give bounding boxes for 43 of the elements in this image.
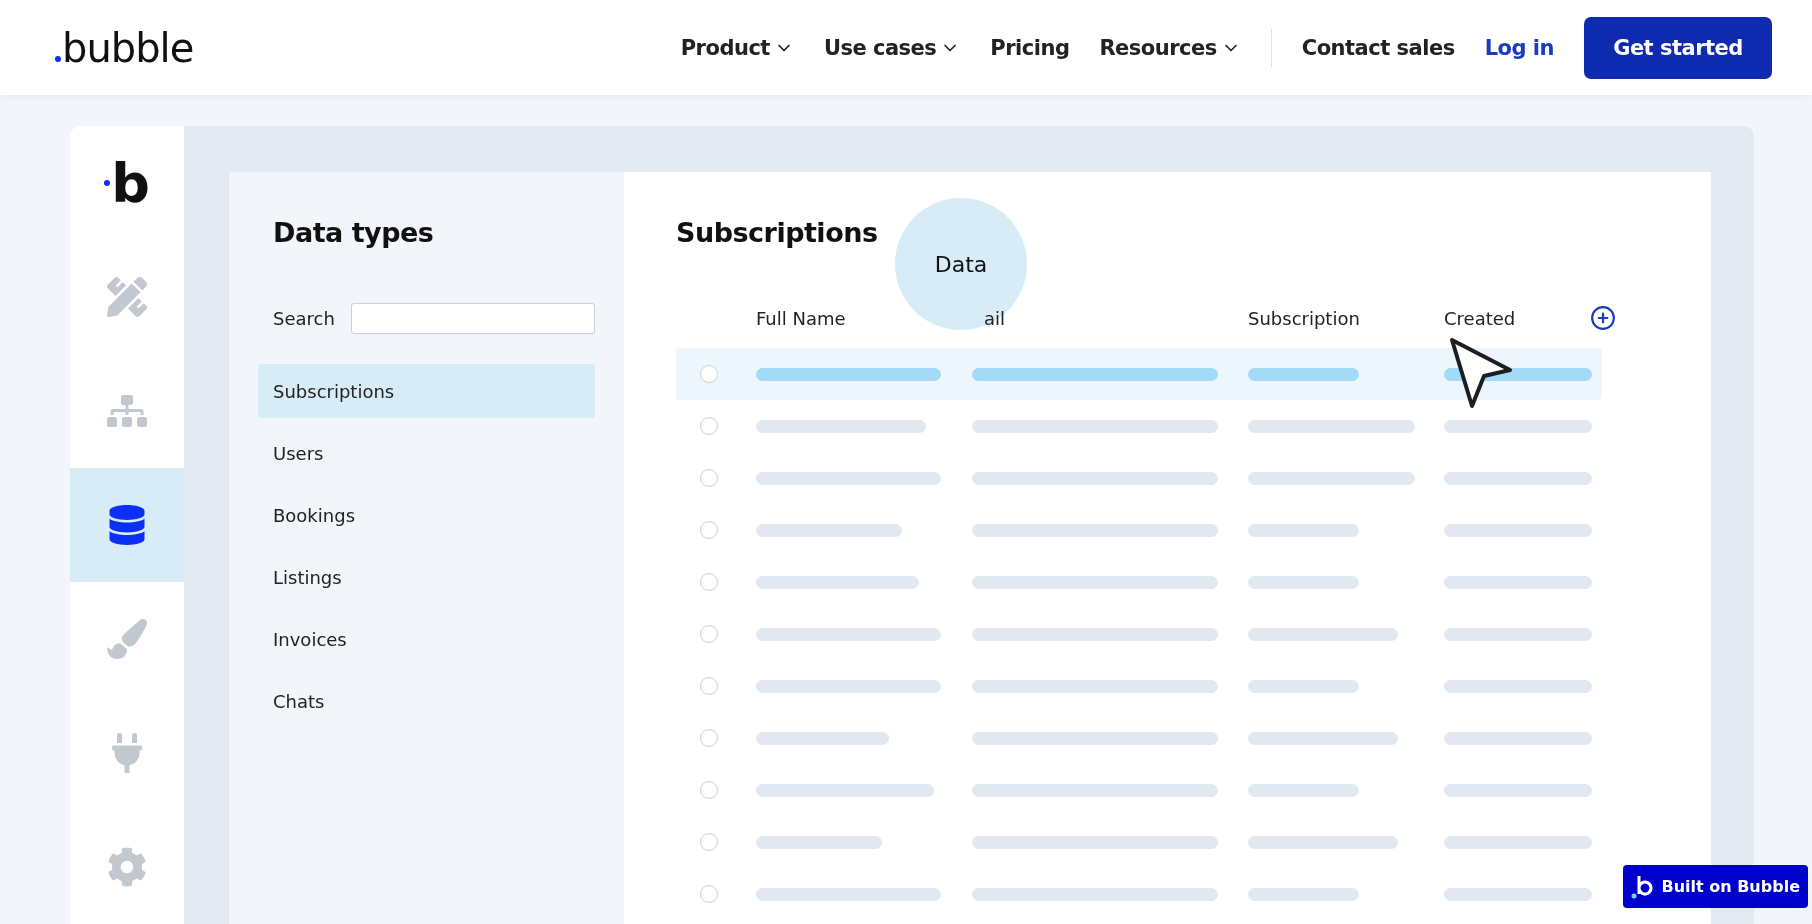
radio-button[interactable] <box>700 781 718 799</box>
radio-button[interactable] <box>700 521 718 539</box>
nav-link[interactable]: Pricing <box>990 35 1070 60</box>
radio-button[interactable] <box>700 365 718 383</box>
sidebar-tab[interactable] <box>70 468 184 582</box>
radio-button[interactable] <box>700 469 718 487</box>
data-type-item[interactable]: Invoices <box>258 612 595 666</box>
data-type-item[interactable]: Subscriptions <box>258 364 595 418</box>
radio-button[interactable] <box>700 417 718 435</box>
table-title: Subscriptions <box>676 217 879 250</box>
search-label: Search <box>273 308 335 329</box>
column-header: Subscription <box>1248 307 1360 329</box>
data-type-item[interactable]: Listings <box>258 550 595 604</box>
column-header: Created <box>1444 307 1516 329</box>
bubble-logo[interactable]: bubble <box>55 24 194 71</box>
search-field[interactable] <box>350 303 595 334</box>
data-type-item[interactable]: Users <box>258 426 595 480</box>
login-link[interactable]: Log in <box>1484 35 1554 60</box>
radio-button[interactable] <box>700 833 718 851</box>
column-header: Full Name <box>756 307 846 329</box>
radio-button[interactable] <box>700 625 718 643</box>
contact-sales-link[interactable]: Contact sales <box>1301 35 1455 60</box>
panel-title: Data types <box>272 217 435 248</box>
column-header: ail <box>983 307 1006 329</box>
nav-link[interactable]: Resources <box>1099 35 1241 60</box>
radio-button[interactable] <box>700 729 718 747</box>
radio-button[interactable] <box>700 573 718 591</box>
cursor-icon <box>1448 336 1514 410</box>
nav-link[interactable]: Product <box>680 35 794 60</box>
data-type-item[interactable]: Bookings <box>258 488 595 542</box>
add-icon[interactable] <box>1590 305 1616 331</box>
b-logo: b <box>70 126 184 240</box>
built-on-bubble-badge[interactable]: Built on Bubble <box>1623 865 1808 908</box>
brush-icon <box>107 619 147 659</box>
get-started-button[interactable]: Get started <box>1584 16 1772 79</box>
database-icon <box>107 505 147 545</box>
radio-button[interactable] <box>700 677 718 695</box>
radio-button[interactable] <box>700 885 718 903</box>
pencil-ruler-icon <box>107 277 147 317</box>
data-type-item[interactable]: Chats <box>258 674 595 728</box>
table-row[interactable] <box>676 348 1602 400</box>
nav-link[interactable]: Use cases <box>823 35 961 60</box>
settings-icon <box>107 847 147 887</box>
